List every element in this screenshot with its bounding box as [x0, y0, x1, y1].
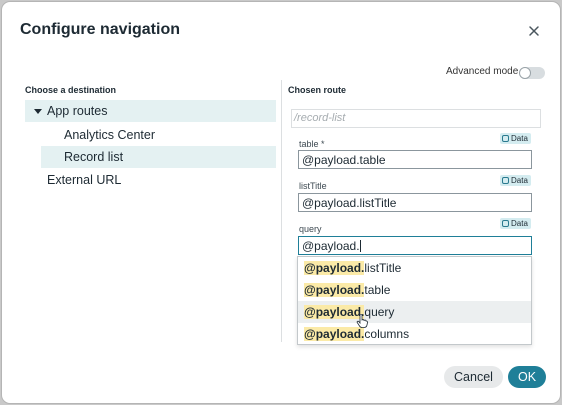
suggestion-rest: table — [364, 283, 391, 297]
suggestion-rest: listTitle — [364, 261, 402, 275]
suggestion-query[interactable]: @payload.query — [298, 301, 531, 323]
field-label-query: query — [299, 224, 322, 234]
cancel-button[interactable]: Cancel — [444, 366, 503, 388]
suggestion-table[interactable]: @payload.table — [298, 279, 531, 301]
tree-item-label: Analytics Center — [64, 128, 156, 142]
destination-heading: Choose a destination — [25, 85, 117, 95]
pane-divider — [281, 80, 282, 342]
close-icon[interactable] — [526, 23, 542, 39]
field-label-table: table * — [299, 139, 325, 149]
hand-cursor-icon — [356, 314, 368, 328]
text-cursor — [359, 240, 361, 252]
suggestion-match: @payload. — [304, 261, 365, 275]
query-field-value: @payload. — [302, 239, 360, 253]
advanced-mode-label: Advanced mode — [446, 66, 519, 77]
ok-button[interactable]: OK — [508, 366, 546, 388]
tree-item-external-url[interactable]: External URL — [25, 169, 276, 191]
suggestion-rest: columns — [364, 327, 410, 341]
suggestion-match: @payload. — [304, 283, 365, 297]
advanced-mode-toggle[interactable] — [519, 67, 545, 79]
suggestion-listtitle[interactable]: @payload.listTitle — [298, 257, 531, 279]
tree-item-record-list[interactable]: Record list — [41, 146, 276, 168]
autocomplete-dropdown: @payload.listTitle @payload.table @paylo… — [297, 256, 532, 345]
data-badge[interactable]: Data — [500, 133, 531, 144]
database-icon — [502, 135, 509, 142]
toggle-knob — [519, 67, 531, 79]
data-badge-label: Data — [511, 219, 528, 228]
data-badge[interactable]: Data — [500, 218, 531, 229]
query-field[interactable]: @payload. — [298, 236, 532, 255]
data-badge-label: Data — [511, 134, 528, 143]
suggestion-match: @payload. — [304, 327, 365, 341]
configure-navigation-dialog: Configure navigation Advanced mode Choos… — [1, 1, 561, 404]
caret-down-icon[interactable] — [34, 109, 42, 114]
tree-item-label: External URL — [47, 173, 122, 187]
database-icon — [502, 220, 509, 227]
suggestion-rest: query — [364, 305, 395, 319]
tree-item-label: Record list — [64, 150, 124, 164]
table-field[interactable]: @payload.table — [298, 150, 532, 169]
data-badge-label: Data — [511, 176, 528, 185]
data-badge[interactable]: Data — [500, 175, 531, 186]
suggestion-columns[interactable]: @payload.columns — [298, 323, 531, 345]
field-label-listtitle: listTitle — [299, 181, 327, 191]
tree-item-analytics-center[interactable]: Analytics Center — [41, 124, 276, 146]
tree-item-label: App routes — [47, 104, 108, 118]
route-path-input[interactable]: /record-list — [291, 109, 541, 128]
database-icon — [502, 177, 509, 184]
dialog-title: Configure navigation — [20, 21, 180, 38]
chosen-route-heading: Chosen route — [288, 85, 347, 95]
tree-item-app-routes[interactable]: App routes — [25, 100, 276, 122]
listtitle-field[interactable]: @payload.listTitle — [298, 193, 532, 212]
